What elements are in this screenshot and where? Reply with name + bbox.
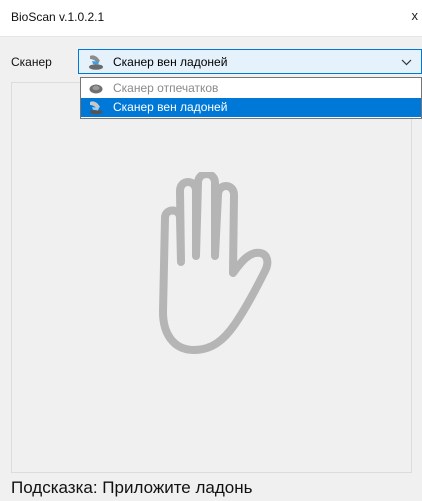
scanner-option-palm-vein[interactable]: Сканер вен ладоней [81,98,421,117]
chevron-down-icon [401,59,412,66]
scanner-option-label: Сканер отпечатков [113,81,219,95]
close-button[interactable]: x [412,8,419,24]
hint-text: Подсказка: Приложите ладонь [11,478,253,497]
scanner-select-value: Сканер вен ладоней [113,55,228,69]
palm-vein-scanner-icon [89,101,103,115]
title-bar: BioScan v.1.0.2.1 x [0,0,422,37]
palm-scan-area [11,82,412,473]
scanner-option-label: Сканер вен ладоней [113,100,228,114]
window-title: BioScan v.1.0.2.1 [11,10,105,24]
scanner-option-fingerprint: Сканер отпечатков [81,79,421,98]
hand-icon [159,172,272,354]
scanner-dropdown-list: Сканер отпечатков Сканер вен ладоней [80,77,422,119]
scanner-select[interactable]: Сканер вен ладоней [78,49,422,74]
bioscan-window: BioScan v.1.0.2.1 x Сканер Сканер вен ла… [0,0,422,501]
fingerprint-scanner-icon [89,84,103,94]
scanner-label: Сканер [11,55,52,69]
palm-vein-scanner-icon [89,55,103,70]
